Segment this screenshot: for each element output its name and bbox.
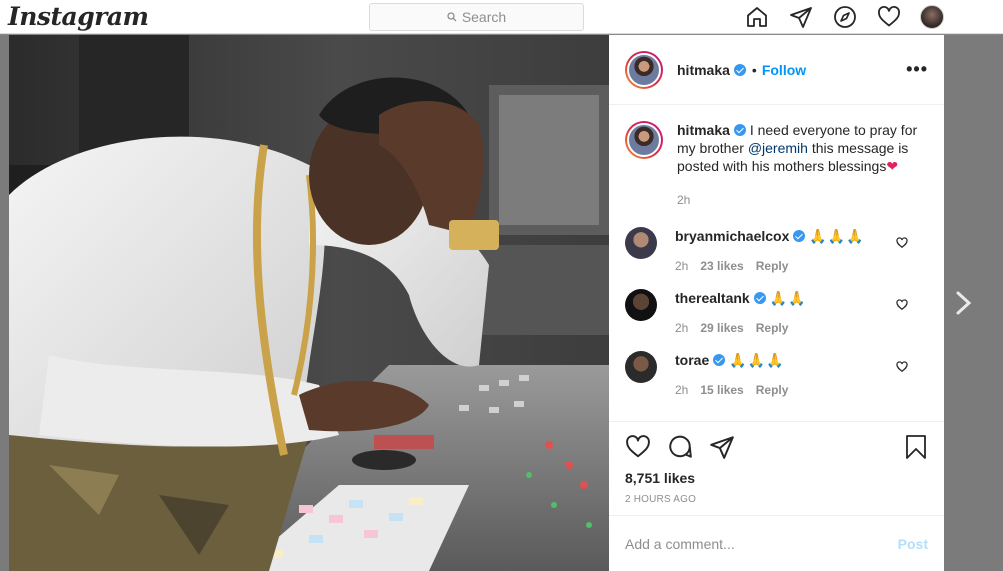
caption-time[interactable]: 2h (677, 191, 690, 209)
comment-time[interactable]: 2h (675, 381, 688, 399)
profile-avatar[interactable] (920, 5, 944, 29)
verified-badge-icon (753, 292, 766, 304)
verified-badge-icon (733, 124, 746, 136)
commenter-avatar[interactable] (625, 227, 657, 259)
bookmark-icon[interactable] (904, 434, 928, 460)
post-comment-button[interactable]: Post (898, 536, 928, 552)
comments-list[interactable]: hitmaka I need everyone to pray for my b… (609, 105, 944, 421)
home-icon[interactable] (744, 5, 770, 29)
comment-row: therealtank 🙏🙏 2h 29 likes Reply (625, 289, 928, 337)
reply-button[interactable]: Reply (756, 257, 789, 275)
comment-text: 🙏🙏🙏 (729, 352, 785, 368)
add-comment-bar: Add a comment... Post (609, 515, 944, 571)
comment-bubble-icon[interactable] (667, 434, 693, 460)
verified-badge-icon (713, 354, 726, 366)
caption-author-avatar[interactable] (625, 121, 663, 159)
post-photo[interactable] (9, 35, 609, 571)
red-heart-emoji: ❤ (886, 158, 899, 174)
follow-button[interactable]: Follow (762, 62, 806, 78)
top-nav-bar: Instagram Search (0, 0, 1003, 34)
comment-like-heart-icon[interactable] (896, 299, 908, 311)
verified-badge-icon (733, 63, 746, 76)
commenter-avatar[interactable] (625, 289, 657, 321)
caption: hitmaka I need everyone to pray for my b… (625, 121, 928, 209)
instagram-logo[interactable]: Instagram (8, 2, 149, 31)
explore-icon[interactable] (832, 5, 858, 29)
post-side-panel: hitmaka • Follow ••• hitmaka I need ever… (609, 35, 944, 571)
comment-row: torae 🙏🙏🙏 2h 15 likes Reply (625, 351, 928, 399)
author-username[interactable]: hitmaka (677, 62, 730, 78)
comment-likes[interactable]: 15 likes (700, 381, 743, 399)
likes-count[interactable]: 8,751 likes (625, 470, 928, 486)
comment-row: bryanmichaelcox 🙏🙏🙏 2h 23 likes Reply (625, 227, 928, 275)
search-icon (447, 12, 457, 22)
comment-text: 🙏🙏 (769, 290, 807, 306)
comment-username[interactable]: torae (675, 352, 709, 368)
search-placeholder: Search (461, 9, 507, 25)
reply-button[interactable]: Reply (756, 319, 789, 337)
comment-likes[interactable]: 29 likes (700, 319, 743, 337)
add-comment-input[interactable]: Add a comment... (625, 536, 898, 552)
nav-icons (744, 5, 944, 29)
next-post-arrow-icon[interactable] (955, 290, 973, 316)
comment-username[interactable]: bryanmichaelcox (675, 228, 789, 244)
comment-likes[interactable]: 23 likes (700, 257, 743, 275)
search-box[interactable]: Search (369, 3, 584, 31)
reply-button[interactable]: Reply (756, 381, 789, 399)
direct-icon[interactable] (788, 5, 814, 29)
comment-like-heart-icon[interactable] (896, 361, 908, 373)
comment-username[interactable]: therealtank (675, 290, 750, 306)
comment-like-heart-icon[interactable] (896, 237, 908, 249)
more-options-icon[interactable]: ••• (906, 59, 928, 80)
post-actions: 8,751 likes 2 HOURS AGO Add a comment...… (609, 421, 944, 571)
post-timestamp[interactable]: 2 HOURS AGO (625, 494, 928, 505)
like-heart-icon[interactable] (625, 434, 651, 460)
activity-heart-icon[interactable] (876, 5, 902, 29)
post-header: hitmaka • Follow ••• (609, 35, 944, 105)
comment-time[interactable]: 2h (675, 319, 688, 337)
post-image (9, 35, 609, 571)
comment-text: 🙏🙏🙏 (809, 228, 865, 244)
commenter-avatar[interactable] (625, 351, 657, 383)
caption-mention-link[interactable]: @jeremih (748, 140, 808, 156)
verified-badge-icon (793, 230, 806, 242)
caption-username[interactable]: hitmaka (677, 122, 730, 138)
comment-time[interactable]: 2h (675, 257, 688, 275)
separator-dot: • (751, 61, 757, 78)
author-avatar[interactable] (625, 50, 663, 89)
share-icon[interactable] (709, 434, 735, 460)
